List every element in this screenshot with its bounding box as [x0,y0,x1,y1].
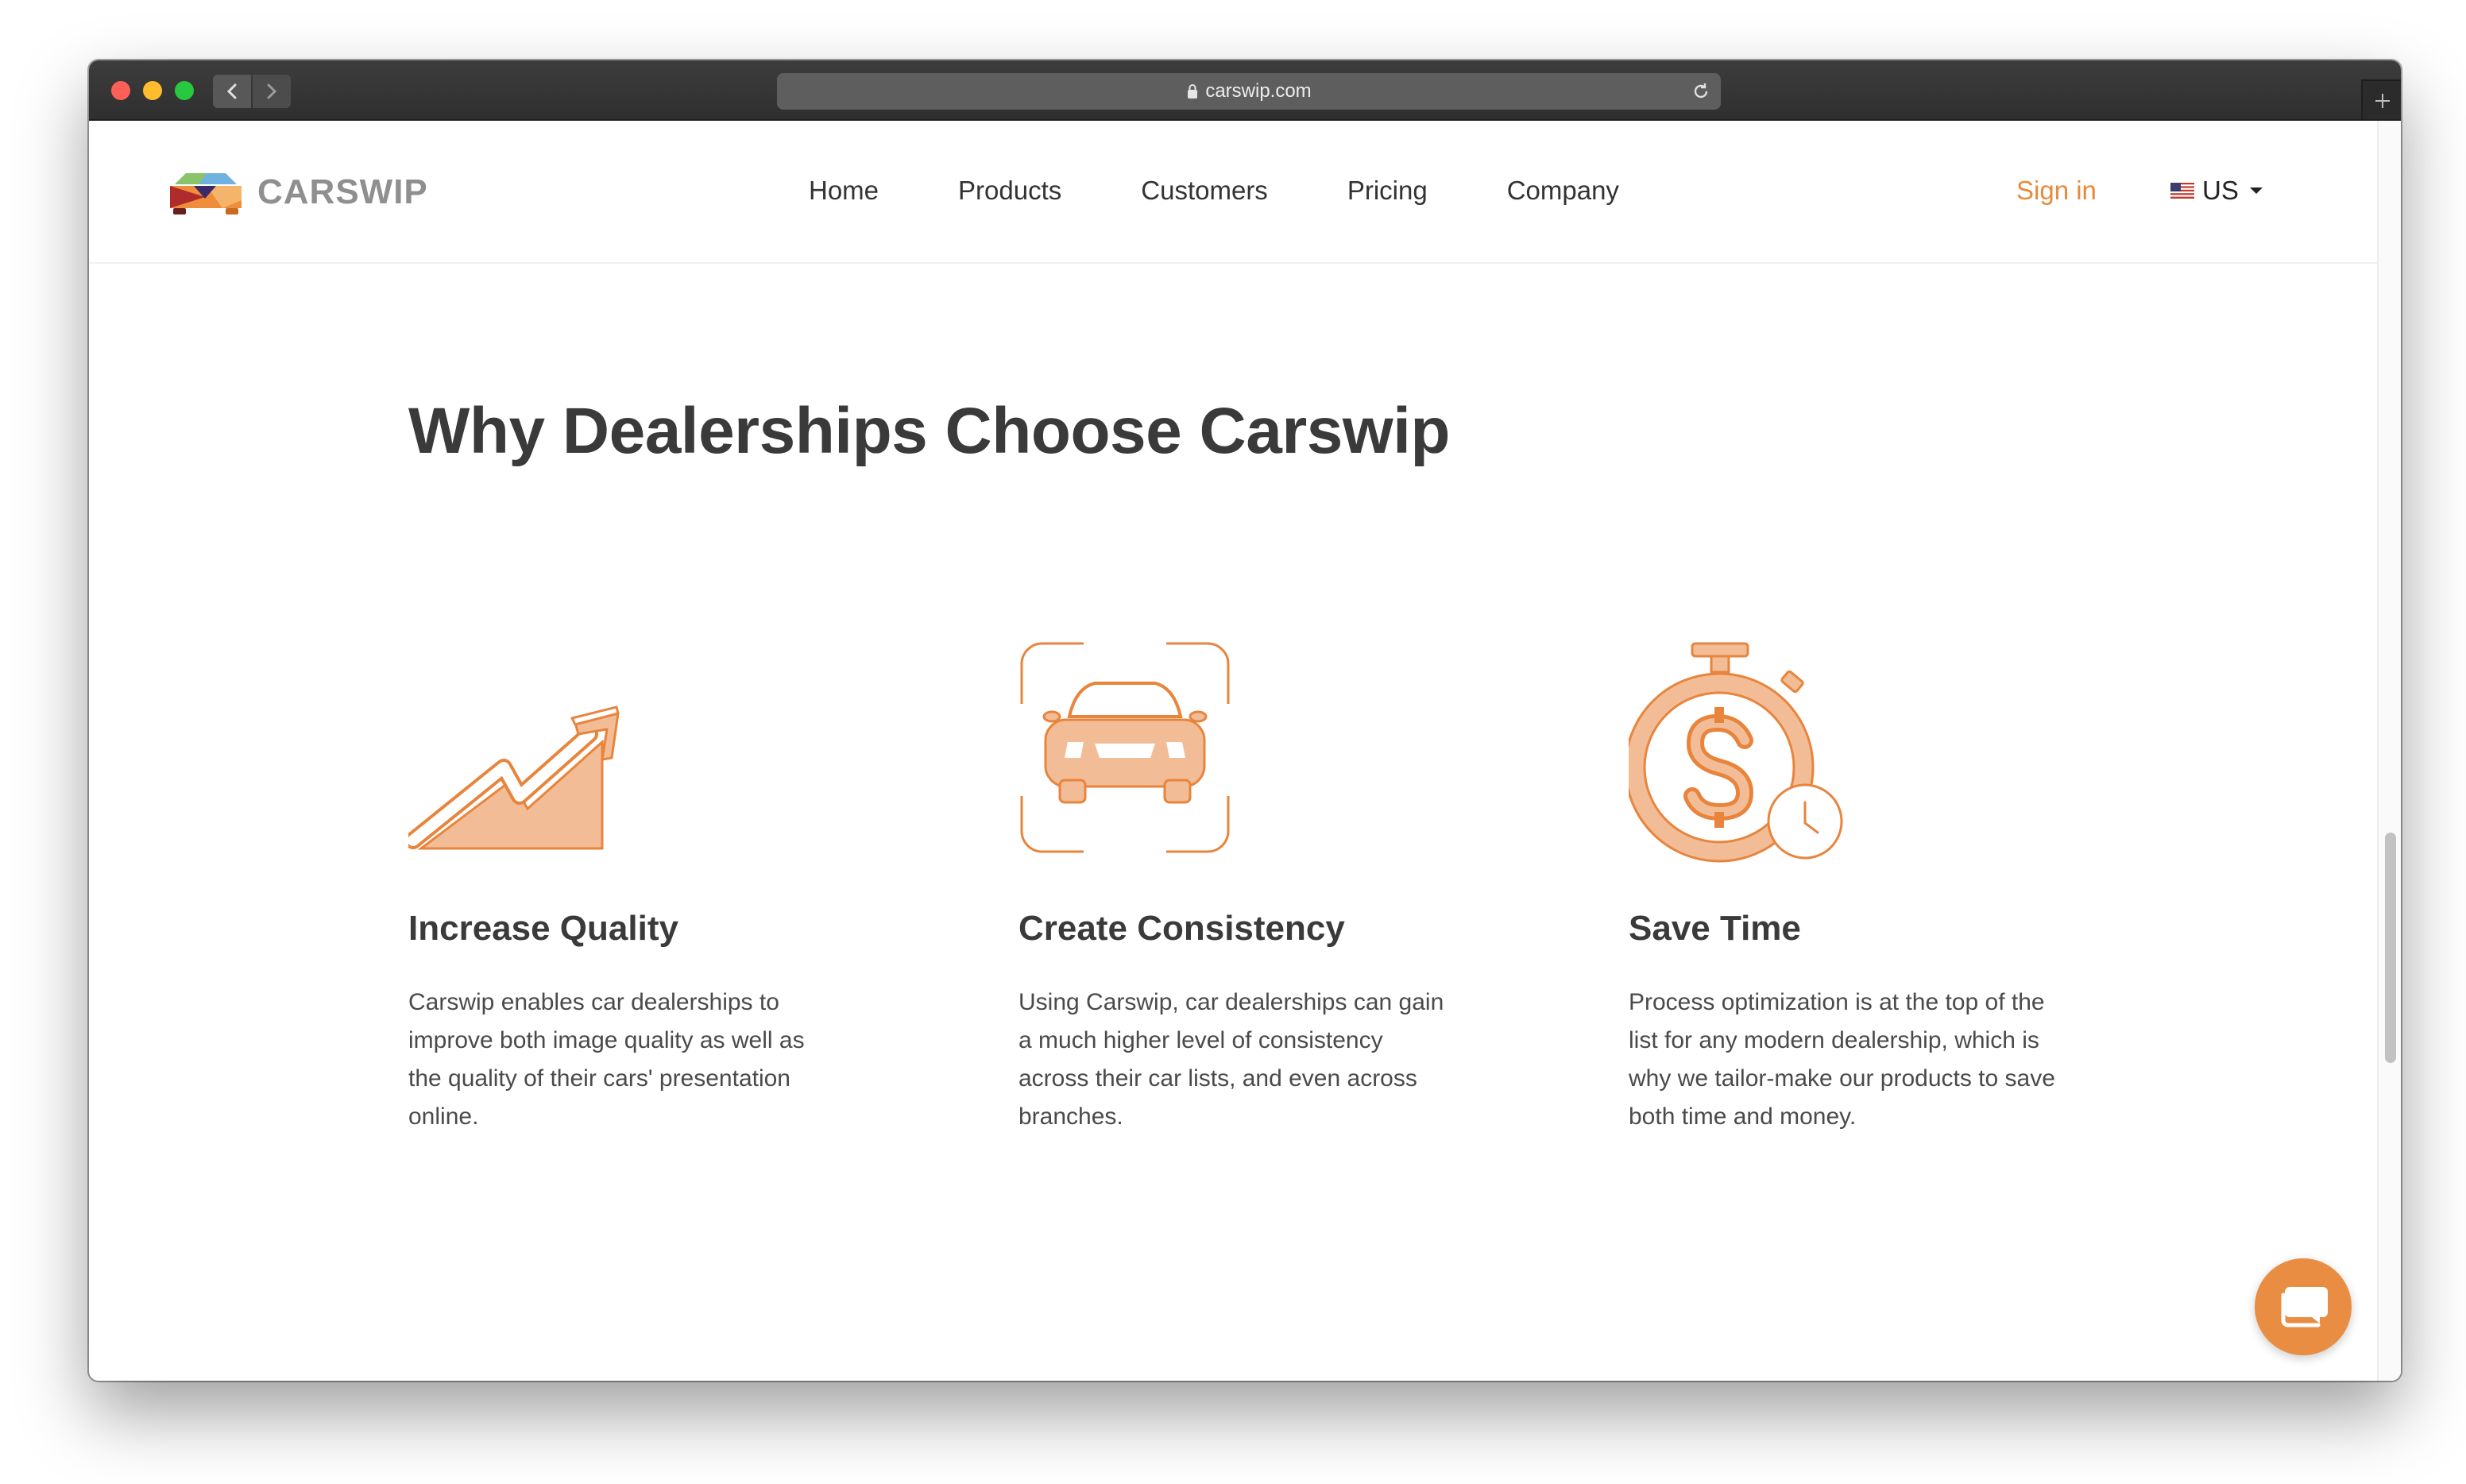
close-window-button[interactable] [111,81,130,100]
reload-icon[interactable] [1691,81,1711,102]
back-button[interactable] [213,75,251,108]
nav-item-customers[interactable]: Customers [1141,173,1268,208]
caret-down-icon [2249,187,2263,194]
new-tab-icon [2375,94,2390,108]
address-bar[interactable]: carswip.com [777,73,1721,110]
zoom-window-button[interactable] [175,81,194,100]
minimize-window-button[interactable] [143,81,162,100]
nav-item-home[interactable]: Home [809,173,879,208]
chat-launcher-button[interactable] [2255,1258,2352,1355]
browser-window: carswip.com CARSWIP Home Products Custom… [89,60,2401,1381]
browser-titlebar: carswip.com [89,60,2401,121]
forward-arrow-icon [267,83,277,99]
carswip-logo-icon [170,173,242,214]
forward-button[interactable] [253,75,291,108]
feature-text: Using Carswip, car dealerships can gain … [1018,989,1444,1130]
section-title: Why Dealerships Choose Carswip [408,395,1451,467]
feature-text: Process optimization is at the top of th… [1629,989,2055,1130]
money-stopwatch-icon [1624,642,1843,863]
sign-in-link[interactable]: Sign in [2016,173,2097,208]
scrollbar-thumb[interactable] [2385,833,2396,1063]
feature-card: Create Consistency Using Carswip, car de… [1018,640,1463,1136]
logo-link[interactable]: CARSWIP [167,168,428,216]
feature-title: Save Time [1629,909,1801,948]
feature-text: Carswip enables car dealerships to impro… [408,989,805,1130]
nav-item-pricing[interactable]: Pricing [1347,173,1428,208]
feature-title: Create Consistency [1018,909,1345,948]
site-header: CARSWIP Home Products Customers Pricing … [89,121,2377,264]
back-arrow-icon [226,83,237,99]
feature-card: Save Time Process optimization is at the… [1624,640,2074,1136]
locale-selector[interactable]: US [2170,173,2263,208]
chat-bubble-icon [2281,1287,2328,1327]
car-frame-icon [1020,642,1230,853]
nav-item-company[interactable]: Company [1507,173,1619,208]
new-tab-button[interactable] [2361,79,2401,119]
growth-chart-icon [404,705,620,850]
page-scrollbar[interactable] [2377,121,2401,1381]
us-flag-icon [2170,183,2194,199]
locale-label: US [2202,176,2239,205]
lock-icon [1188,84,1198,99]
feature-card: Increase Quality Carswip enables car dea… [404,640,853,1136]
feature-title: Increase Quality [408,909,678,948]
url-text: carswip.com [1205,80,1312,102]
logo-text: CARSWIP [257,172,428,211]
nav-item-products[interactable]: Products [958,173,1061,208]
main-menu: Home Products Customers Pricing Company [809,173,1699,208]
